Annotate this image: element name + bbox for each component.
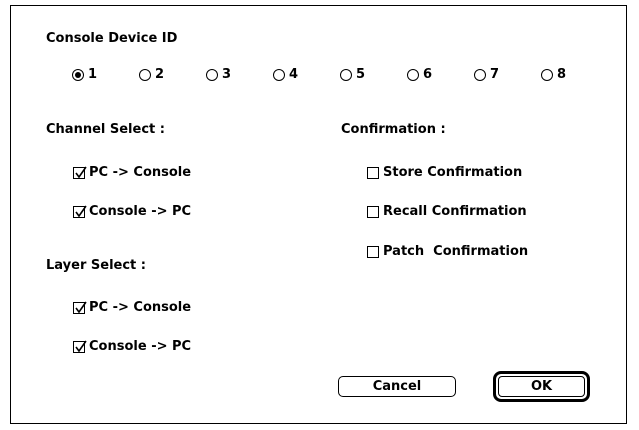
cancel-button[interactable]: Cancel [338, 376, 456, 397]
checkbox-checked-icon [73, 205, 87, 218]
radio-unselected-icon [407, 68, 419, 81]
checkbox-checked-icon [73, 166, 87, 179]
device-id-option-label: 7 [490, 67, 500, 82]
layer-select-heading: Layer Select : [46, 258, 146, 273]
checkbox-label: Recall Confirmation [383, 204, 527, 219]
checkbox-label: Console -> PC [89, 339, 192, 354]
radio-unselected-icon [340, 68, 352, 81]
device-id-option-label: 5 [356, 67, 366, 82]
device-id-option-label: 2 [155, 67, 165, 82]
device-id-option-label: 8 [557, 67, 567, 82]
device-id-option-2[interactable]: 2 [139, 67, 164, 82]
confirmation-heading: Confirmation : [341, 122, 446, 137]
device-id-option-3[interactable]: 3 [206, 67, 231, 82]
radio-unselected-icon [206, 68, 218, 81]
checkbox-unchecked-icon [367, 245, 379, 258]
checkbox-unchecked-icon [367, 205, 379, 218]
store-confirmation-checkbox[interactable]: Store Confirmation [367, 165, 522, 180]
layer-console-to-pc-checkbox[interactable]: Console -> PC [73, 339, 191, 354]
device-id-option-1[interactable]: 1 [72, 67, 97, 82]
checkbox-label: Store Confirmation [383, 165, 523, 180]
device-id-option-label: 3 [222, 67, 232, 82]
checkbox-label: Patch Confirmation [383, 244, 529, 259]
device-id-option-label: 6 [423, 67, 433, 82]
checkbox-checked-icon [73, 340, 87, 353]
radio-unselected-icon [541, 68, 553, 81]
checkbox-label: PC -> Console [89, 165, 192, 180]
radio-selected-icon [72, 68, 84, 81]
radio-unselected-icon [474, 68, 486, 81]
checkbox-checked-icon [73, 301, 87, 314]
ok-button-label: OK [498, 376, 585, 397]
console-device-id-heading: Console Device ID [46, 31, 178, 46]
radio-unselected-icon [273, 68, 285, 81]
channel-console-to-pc-checkbox[interactable]: Console -> PC [73, 204, 191, 219]
device-id-option-7[interactable]: 7 [474, 67, 499, 82]
recall-confirmation-checkbox[interactable]: Recall Confirmation [367, 204, 527, 219]
radio-unselected-icon [139, 68, 151, 81]
channel-pc-to-console-checkbox[interactable]: PC -> Console [73, 165, 191, 180]
device-id-option-6[interactable]: 6 [407, 67, 432, 82]
layer-pc-to-console-checkbox[interactable]: PC -> Console [73, 300, 191, 315]
console-device-id-radio-group: 1 2 3 4 5 6 7 8 [60, 67, 580, 87]
checkbox-label: PC -> Console [89, 300, 192, 315]
ok-button[interactable]: OK [493, 371, 590, 402]
device-id-option-4[interactable]: 4 [273, 67, 298, 82]
checkbox-unchecked-icon [367, 166, 379, 179]
checkbox-label: Console -> PC [89, 204, 192, 219]
device-id-option-label: 4 [289, 67, 299, 82]
device-id-option-5[interactable]: 5 [340, 67, 365, 82]
patch-confirmation-checkbox[interactable]: Patch Confirmation [367, 244, 528, 259]
device-id-option-label: 1 [88, 67, 98, 82]
device-id-option-8[interactable]: 8 [541, 67, 566, 82]
channel-select-heading: Channel Select : [46, 122, 165, 137]
